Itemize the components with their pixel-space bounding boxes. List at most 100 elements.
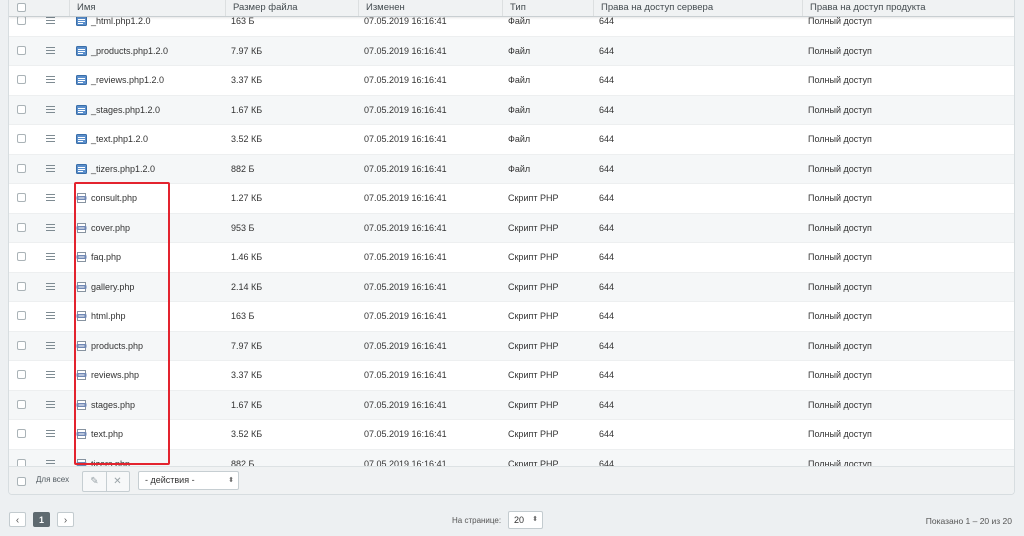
row-checkbox[interactable] [17, 16, 26, 25]
actions-select[interactable]: - действия - ⬍ [138, 471, 239, 490]
per-page-select[interactable]: 20 ⬍ [508, 511, 543, 529]
generic-file-icon [76, 134, 87, 144]
file-type: Файл [508, 45, 531, 56]
column-header-name[interactable]: Имя [69, 0, 231, 16]
file-name[interactable]: _text.php1.2.0 [91, 125, 148, 153]
row-menu-icon[interactable] [46, 46, 55, 54]
row-menu-icon[interactable] [46, 223, 55, 231]
group-action-buttons: ✎ ✕ [82, 471, 130, 492]
for-all-checkbox[interactable] [17, 477, 26, 486]
file-size: 3.37 КБ [231, 370, 263, 380]
product-rights: Полный доступ [808, 311, 872, 321]
server-rights: 644 [599, 429, 615, 439]
file-name[interactable]: _tizers.php1.2.0 [91, 155, 155, 183]
delete-x-icon[interactable]: ✕ [106, 472, 129, 491]
file-size: 953 Б [231, 222, 255, 233]
server-rights: 644 [599, 75, 615, 85]
file-modified: 07.05.2019 16:16:41 [364, 340, 447, 351]
row-menu-icon[interactable] [46, 164, 55, 172]
product-rights: Полный доступ [808, 45, 872, 56]
server-rights: 644 [599, 193, 615, 203]
server-rights: 644 [599, 311, 615, 321]
file-modified: 07.05.2019 16:16:41 [364, 45, 447, 56]
row-menu-icon[interactable] [46, 430, 55, 437]
prev-page-button[interactable]: ‹ [9, 512, 26, 527]
server-rights: 644 [599, 134, 615, 144]
row-checkbox[interactable] [17, 193, 26, 202]
product-rights: Полный доступ [808, 193, 872, 203]
file-size: 7.97 КБ [231, 340, 263, 351]
file-modified: 07.05.2019 16:16:41 [364, 281, 447, 292]
table-row[interactable]: _products.php1.2.0 7.97 КБ 07.05.2019 16:1… [9, 36, 1014, 66]
product-rights: Полный доступ [808, 163, 872, 174]
column-header-product-rights[interactable]: Права на доступ продукта [802, 0, 1014, 16]
server-rights: 644 [599, 281, 615, 292]
file-type: Скрипт PHP [508, 193, 559, 203]
file-type: Скрипт PHP [508, 429, 559, 439]
row-checkbox[interactable] [17, 134, 26, 143]
column-header-type[interactable]: Тип [502, 0, 593, 16]
product-rights: Полный доступ [808, 429, 872, 439]
file-modified: 07.05.2019 16:16:41 [364, 429, 447, 439]
row-checkbox[interactable] [17, 311, 26, 320]
row-menu-icon[interactable] [46, 400, 55, 408]
file-name[interactable]: _products.php1.2.0 [91, 37, 168, 65]
row-menu-icon[interactable] [46, 341, 55, 349]
file-type: Скрипт PHP [508, 370, 559, 380]
column-header-size[interactable]: Размер файла [225, 0, 364, 16]
row-menu-icon[interactable] [46, 371, 55, 378]
row-checkbox[interactable] [17, 75, 26, 84]
file-size: 1.27 КБ [231, 193, 263, 203]
row-checkbox[interactable] [17, 370, 26, 379]
row-checkbox[interactable] [17, 252, 26, 261]
row-checkbox[interactable] [17, 340, 26, 350]
row-checkbox[interactable] [17, 399, 26, 409]
generic-file-icon [76, 16, 87, 26]
server-rights: 644 [599, 370, 615, 380]
row-checkbox[interactable] [17, 104, 26, 114]
file-size: 882 Б [231, 163, 255, 174]
table-row[interactable]: _text.php1.2.0 3.52 КБ 07.05.2019 16:16:41… [9, 125, 1014, 155]
highlight-frame [74, 182, 170, 465]
select-arrows-icon: ⬍ [228, 477, 234, 484]
row-menu-icon[interactable] [46, 194, 55, 201]
row-menu-icon[interactable] [46, 76, 55, 83]
file-name[interactable]: _stages.php1.2.0 [91, 96, 160, 124]
server-rights: 644 [599, 45, 615, 56]
row-menu-icon[interactable] [46, 312, 55, 319]
row-menu-icon[interactable] [46, 253, 55, 260]
file-name[interactable]: _reviews.php1.2.0 [91, 66, 164, 94]
row-menu-icon[interactable] [46, 105, 55, 113]
product-rights: Полный доступ [808, 370, 872, 380]
product-rights: Полный доступ [808, 134, 872, 144]
column-header-server-rights[interactable]: Права на доступ сервера [593, 0, 802, 16]
file-size: 3.52 КБ [231, 429, 263, 439]
column-header-modified[interactable]: Изменен [358, 0, 502, 16]
current-page-button[interactable]: 1 [33, 512, 50, 527]
file-size: 3.52 КБ [231, 134, 263, 144]
file-list-panel: _html.php1.2.0 163 Б 07.05.2019 16:16:41 Фа… [8, 0, 1015, 495]
row-checkbox[interactable] [17, 163, 26, 173]
file-size: 1.67 КБ [231, 104, 263, 115]
table-row[interactable]: _reviews.php1.2.0 3.37 КБ 07.05.2019 16:16… [9, 66, 1014, 96]
row-menu-icon[interactable] [46, 135, 55, 142]
server-rights: 644 [599, 104, 615, 115]
file-type: Скрипт PHP [508, 252, 559, 262]
next-page-button[interactable]: › [57, 512, 74, 527]
row-menu-icon[interactable] [46, 17, 55, 24]
select-all-checkbox[interactable] [17, 3, 26, 12]
row-checkbox[interactable] [17, 281, 26, 291]
product-rights: Полный доступ [808, 281, 872, 292]
row-menu-icon[interactable] [46, 282, 55, 290]
table-row[interactable]: _stages.php1.2.0 1.67 КБ 07.05.2019 16:16:… [9, 95, 1014, 125]
generic-file-icon [76, 104, 87, 115]
edit-pencil-icon[interactable]: ✎ [83, 472, 107, 491]
product-rights: Полный доступ [808, 75, 872, 85]
row-checkbox[interactable] [17, 222, 26, 232]
per-page-value: 20 [514, 515, 525, 525]
table-row[interactable]: _tizers.php1.2.0 882 Б 07.05.2019 16:16:41… [9, 154, 1014, 184]
file-modified: 07.05.2019 16:16:41 [364, 134, 447, 144]
file-modified: 07.05.2019 16:16:41 [364, 399, 447, 410]
row-checkbox[interactable] [17, 429, 26, 438]
row-checkbox[interactable] [17, 45, 26, 55]
